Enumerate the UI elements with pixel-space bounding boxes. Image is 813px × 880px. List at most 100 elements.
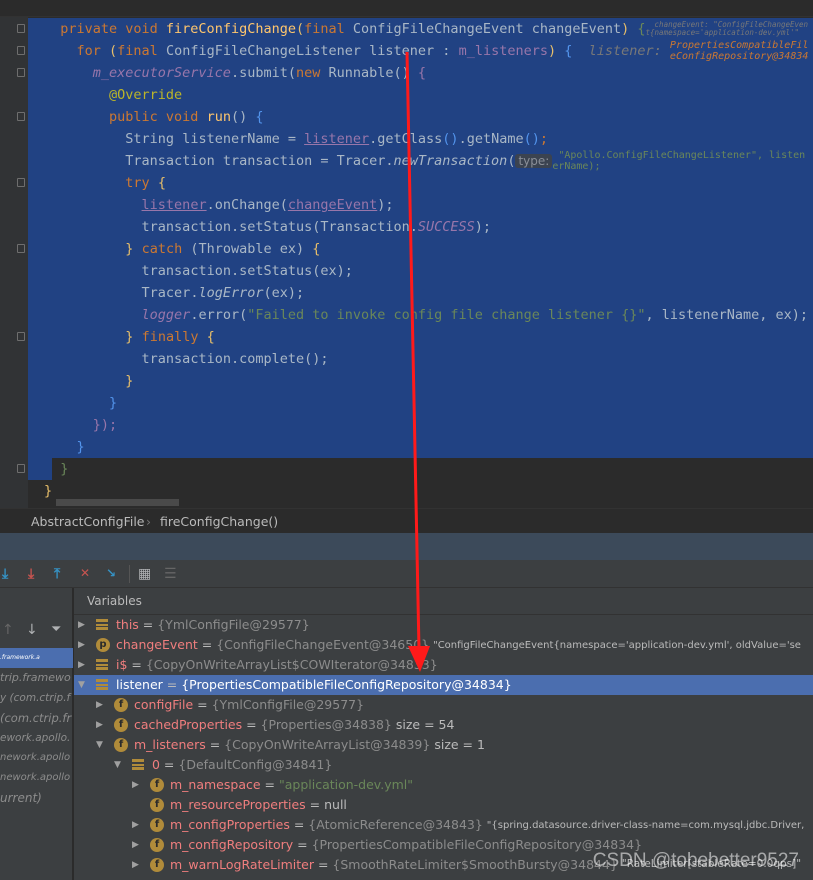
- code-line[interactable]: }: [28, 370, 813, 392]
- equals-sign: =: [162, 677, 182, 692]
- code-token: {: [312, 241, 321, 257]
- code-line[interactable]: } catch (Throwable ex) {: [28, 238, 813, 260]
- code-line[interactable]: } finally {: [28, 326, 813, 348]
- code-line[interactable]: private void fireConfigChange(final Conf…: [28, 18, 813, 40]
- frame-item[interactable]: .framework.a: [0, 648, 73, 668]
- code-line[interactable]: transaction.setStatus(Transaction.SUCCES…: [28, 216, 813, 238]
- evaluate-expression-icon[interactable]: ▦: [138, 566, 151, 582]
- object-icon: [96, 619, 108, 630]
- code-line[interactable]: Transaction transaction = Tracer.newTran…: [28, 150, 813, 172]
- variable-row[interactable]: ▼ listener = {PropertiesCompatibleFileCon…: [74, 675, 813, 695]
- step-into-icon[interactable]: ⤓: [2, 566, 8, 582]
- expand-icon[interactable]: ▶: [132, 815, 142, 835]
- fold-marker-icon[interactable]: [17, 244, 25, 253]
- code-token: .error(: [190, 307, 248, 323]
- drop-frame-icon[interactable]: ✕: [80, 566, 90, 580]
- fold-marker-icon[interactable]: [17, 46, 25, 55]
- code-line[interactable]: }: [28, 436, 813, 458]
- variable-text: changeEvent = {ConfigFileChangeEvent@346…: [116, 635, 810, 655]
- code-line[interactable]: public void run() {: [28, 106, 813, 128]
- collapse-icon[interactable]: ▼: [114, 755, 124, 775]
- code-token: {: [157, 175, 166, 191]
- expand-icon[interactable]: ▶: [132, 855, 142, 875]
- expand-icon[interactable]: ▶: [78, 615, 88, 635]
- code-line[interactable]: Tracer.logError(ex);: [28, 282, 813, 304]
- code-line[interactable]: logger.error("Failed to invoke config fi…: [28, 304, 813, 326]
- fold-marker-icon[interactable]: [17, 24, 25, 33]
- fold-marker-icon[interactable]: [17, 112, 25, 121]
- code-token: String listenerName =: [125, 131, 305, 147]
- code-line[interactable]: for (final ConfigFileChangeListener list…: [28, 40, 813, 62]
- expand-icon[interactable]: ▶: [78, 655, 88, 675]
- expand-icon[interactable]: ▶: [132, 835, 142, 855]
- filter-icon[interactable]: ⏷: [51, 622, 61, 637]
- code-line[interactable]: transaction.setStatus(ex);: [28, 260, 813, 282]
- collapse-icon[interactable]: ▼: [78, 675, 88, 695]
- variable-value: {CopyOnWriteArrayList$COWIterator@34833}: [145, 657, 438, 672]
- horizontal-scrollbar[interactable]: [56, 499, 179, 506]
- code-token: }: [76, 439, 85, 455]
- code-editor[interactable]: private void fireConfigChange(final Conf…: [0, 0, 813, 508]
- variable-row[interactable]: ▶ this = {YmlConfigFile@29577}: [74, 615, 813, 635]
- frame-item[interactable]: nework.apollo: [0, 768, 70, 788]
- variable-row[interactable]: ▶ f cachedProperties = {Properties@34838} …: [74, 715, 813, 735]
- trace-icon[interactable]: ☰: [164, 566, 177, 582]
- variable-row[interactable]: ▶ p changeEvent = {ConfigFileChangeEvent@3…: [74, 635, 813, 655]
- code-line[interactable]: try {: [28, 172, 813, 194]
- variable-row[interactable]: ▼ f m_listeners = {CopyOnWriteArrayList@34…: [74, 735, 813, 755]
- code-line[interactable]: });: [28, 414, 813, 436]
- frame-item[interactable]: ework.apollo.: [0, 728, 70, 748]
- equals-sign: =: [260, 777, 279, 792]
- frame-item[interactable]: trip.framewo: [0, 668, 71, 688]
- variable-row[interactable]: ▶ f m_namespace = "application-dev.yml": [74, 775, 813, 795]
- breadcrumb-method[interactable]: fireConfigChange(): [160, 509, 278, 534]
- fold-marker-icon[interactable]: [17, 68, 25, 77]
- fold-marker-icon[interactable]: [17, 178, 25, 187]
- code-line[interactable]: }: [28, 480, 52, 502]
- variable-text: m_listeners = {CopyOnWriteArrayList@3483…: [134, 735, 485, 755]
- breadcrumb-class[interactable]: AbstractConfigFile: [31, 509, 145, 534]
- frame-item[interactable]: nework.apollo: [0, 748, 70, 768]
- collapse-icon[interactable]: ▼: [96, 735, 106, 755]
- code-line[interactable]: m_executorService.submit(new Runnable() …: [28, 62, 813, 84]
- code-line[interactable]: String listenerName = listener.getClass(…: [28, 128, 813, 150]
- code-token: Transaction transaction = Tracer.: [125, 153, 394, 169]
- frame-item[interactable]: urrent): [0, 788, 42, 808]
- frame-item[interactable]: (com.ctrip.fr: [0, 708, 71, 728]
- equals-sign: =: [289, 817, 309, 832]
- expand-icon[interactable]: ▶: [132, 775, 142, 795]
- variable-row[interactable]: ▶ i$ = {CopyOnWriteArrayList$COWIterator@…: [74, 655, 813, 675]
- frame-item[interactable]: y (com.ctrip.f: [0, 688, 70, 708]
- variable-row[interactable]: ▶ f configFile = {YmlConfigFile@29577}: [74, 695, 813, 715]
- code-line[interactable]: listener.onChange(changeEvent);: [28, 194, 813, 216]
- code-line[interactable]: }: [28, 458, 68, 480]
- code-token: "Apollo.ConfigFileChangeListener", liste…: [552, 150, 806, 173]
- code-line[interactable]: }: [28, 392, 813, 414]
- run-to-cursor-icon[interactable]: ↘: [106, 566, 116, 580]
- field-icon: f: [150, 778, 164, 792]
- force-step-into-icon[interactable]: ⤓: [28, 566, 34, 582]
- code-token: (: [109, 43, 118, 59]
- code-token: run: [206, 109, 231, 125]
- expand-icon[interactable]: ▶: [78, 635, 88, 655]
- variable-row[interactable]: ▼ 0 = {DefaultConfig@34841}: [74, 755, 813, 775]
- down-arrow-icon[interactable]: ↓: [26, 622, 38, 638]
- variable-row[interactable]: f m_resourceProperties = null: [74, 795, 813, 815]
- variable-name: this: [116, 617, 139, 632]
- variable-value: {SmoothRateLimiter$SmoothBursty@34844}: [332, 857, 618, 872]
- variable-value: {CopyOnWriteArrayList@34839}: [224, 737, 431, 752]
- equals-sign: =: [242, 717, 261, 732]
- expand-icon[interactable]: ▶: [96, 695, 106, 715]
- code-line[interactable]: @Override: [28, 84, 813, 106]
- fold-marker-icon[interactable]: [17, 464, 25, 473]
- variable-name: i$: [116, 657, 128, 672]
- code-line[interactable]: transaction.complete();: [28, 348, 813, 370]
- fold-marker-icon[interactable]: [17, 332, 25, 341]
- expand-icon[interactable]: ▶: [96, 715, 106, 735]
- up-arrow-icon[interactable]: ↑: [2, 622, 14, 638]
- watermark: CSDN @tobebetter9527: [592, 850, 799, 871]
- variable-row[interactable]: ▶ f m_configProperties = {AtomicReference@…: [74, 815, 813, 835]
- code-token: ConfigFileChangeListener listener :: [165, 43, 459, 59]
- step-out-icon[interactable]: ⤒: [54, 566, 60, 582]
- field-icon: f: [150, 858, 164, 872]
